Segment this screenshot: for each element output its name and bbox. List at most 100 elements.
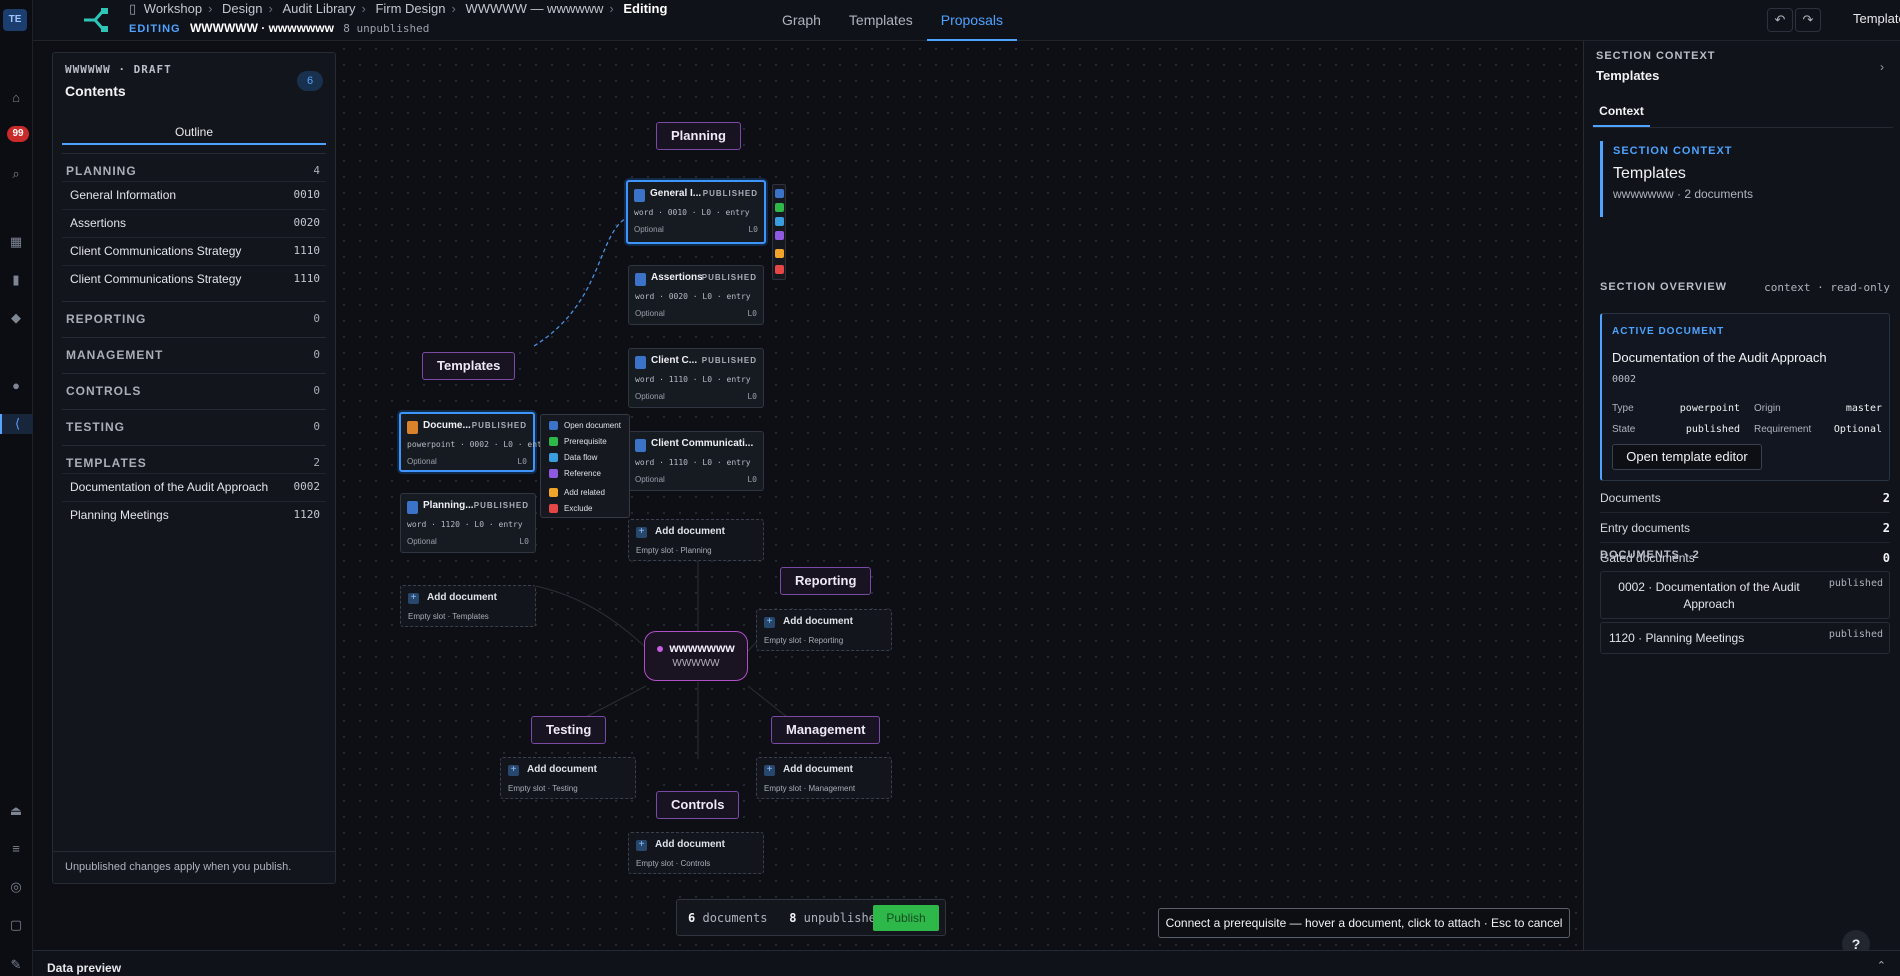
menu-open-document[interactable]: Open document bbox=[549, 418, 621, 434]
tab-context[interactable]: Context bbox=[1593, 97, 1650, 127]
chevron-up-icon[interactable]: ⌃ bbox=[1877, 959, 1886, 972]
publish-summary: 6 documents 8 unpublished bbox=[688, 911, 884, 925]
document-row[interactable]: 0002 · Documentation of the Audit Approa… bbox=[1600, 571, 1890, 619]
publish-button[interactable]: Publish bbox=[873, 905, 939, 931]
group-controls[interactable]: Controls bbox=[656, 791, 740, 819]
kv-type: Type powerpoint bbox=[1612, 403, 1740, 414]
draft-edge bbox=[533, 215, 631, 347]
outline-item[interactable]: Planning Meetings 1120 bbox=[62, 501, 326, 527]
breadcrumb-firm-design[interactable]: Firm Design bbox=[375, 1, 445, 16]
tab-proposals[interactable]: Proposals bbox=[926, 0, 1017, 41]
group-planning[interactable]: Planning bbox=[656, 122, 741, 150]
outline-item[interactable]: Client Communications Strategy 1110 bbox=[62, 237, 326, 263]
prerequisite-icon[interactable] bbox=[775, 203, 784, 212]
outline-section-controls[interactable]: CONTROLS 0 bbox=[62, 373, 326, 405]
doc-node-general[interactable]: General I... PUBLISHED word · 0010 · L0 … bbox=[626, 180, 766, 244]
graduation-icon[interactable]: ◆ bbox=[6, 308, 26, 328]
doc-meta: powerpoint · 0002 · L0 · entry bbox=[407, 440, 552, 449]
redo-button[interactable]: ↷ bbox=[1795, 8, 1821, 32]
collapse-chevron-icon[interactable]: › bbox=[1880, 60, 1884, 74]
tab-graph[interactable]: Graph bbox=[768, 0, 835, 41]
reference-icon bbox=[549, 469, 558, 479]
account-icon[interactable]: ◎ bbox=[6, 877, 26, 897]
templates-link[interactable]: Templates bbox=[1853, 11, 1900, 26]
active-title: Documentation of the Audit Approach bbox=[1612, 350, 1827, 365]
slot-testing[interactable]: + Add document Empty slot · Testing bbox=[500, 757, 636, 799]
menu-prerequisite[interactable]: Prerequisite bbox=[549, 434, 607, 450]
graph-icon[interactable]: ⟨ bbox=[0, 414, 33, 434]
slot-management[interactable]: + Add document Empty slot · Management bbox=[756, 757, 892, 799]
home-icon[interactable]: ⌂ bbox=[6, 88, 26, 108]
outline-section-reporting[interactable]: REPORTING 0 bbox=[62, 301, 326, 333]
root-subtitle: WWWWW bbox=[672, 658, 720, 669]
outline-section-testing[interactable]: TESTING 0 bbox=[62, 409, 326, 441]
word-icon bbox=[407, 501, 418, 514]
doc-node-client-c[interactable]: Client C... PUBLISHED word · 1110 · L0 ·… bbox=[628, 348, 764, 408]
slot-planning[interactable]: + Add document Empty slot · Planning bbox=[628, 519, 764, 561]
doc-requirement: Optional bbox=[407, 537, 437, 546]
chart-icon[interactable]: ▮ bbox=[6, 270, 26, 290]
open-document-icon[interactable] bbox=[775, 189, 784, 198]
slot-templates[interactable]: + Add document Empty slot · Templates bbox=[400, 585, 536, 627]
eject-icon[interactable]: ⏏ bbox=[6, 801, 26, 821]
context-eyebrow: SECTION CONTEXT bbox=[1613, 145, 1733, 157]
group-testing[interactable]: Testing bbox=[531, 716, 607, 744]
menu-reference[interactable]: Reference bbox=[549, 466, 601, 482]
breadcrumb-workshop[interactable]: Workshop bbox=[144, 1, 202, 16]
outline-item[interactable]: Assertions 0020 bbox=[62, 209, 326, 235]
slot-reporting[interactable]: + Add document Empty slot · Reporting bbox=[756, 609, 892, 651]
breadcrumb-model[interactable]: WWWWW — wwwwww bbox=[465, 1, 603, 16]
doc-node-client-communications[interactable]: Client Communicati... word · 1110 · L0 ·… bbox=[628, 431, 764, 491]
publish-bar: 6 documents 8 unpublished Publish bbox=[676, 899, 946, 936]
tab-outline[interactable]: Outline bbox=[62, 119, 326, 145]
prerequisite-icon bbox=[549, 437, 558, 447]
root-title: wwwwwww bbox=[669, 641, 735, 655]
active-eyebrow: ACTIVE DOCUMENT bbox=[1612, 326, 1725, 337]
search-icon[interactable]: ⌕ bbox=[6, 164, 26, 184]
overview-header: SECTION OVERVIEW context · read-only bbox=[1600, 281, 1890, 294]
sliders-icon[interactable]: ≡ bbox=[6, 839, 26, 859]
menu-add-related[interactable]: Add related bbox=[549, 485, 605, 501]
breadcrumb-current: Editing bbox=[623, 1, 668, 16]
tab-templates[interactable]: Templates bbox=[835, 0, 927, 41]
outline-item[interactable]: Documentation of the Audit Approach 0002 bbox=[62, 473, 326, 499]
data-preview-bar[interactable]: Data preview ⌃ bbox=[33, 950, 1900, 976]
slot-controls[interactable]: + Add document Empty slot · Controls bbox=[628, 832, 764, 874]
group-templates[interactable]: Templates bbox=[422, 352, 516, 380]
avatar[interactable]: TE bbox=[3, 9, 27, 31]
root-dot-icon bbox=[657, 645, 664, 652]
doc-level: L0 bbox=[519, 537, 529, 546]
add-document-label: Add document bbox=[427, 592, 497, 603]
left-rail: TE ⌂ 99 ⌕ ▦ ▮ ◆ ● ⟨ ⏏ ≡ ◎ ▢ ✎ bbox=[0, 0, 33, 976]
outline-item[interactable]: Client Communications Strategy 1110 bbox=[62, 265, 326, 291]
undo-button[interactable]: ↶ bbox=[1767, 8, 1793, 32]
panel-title: Templates bbox=[1596, 68, 1660, 83]
menu-exclude[interactable]: Exclude bbox=[549, 501, 592, 517]
group-reporting[interactable]: Reporting bbox=[780, 567, 872, 595]
menu-data-flow[interactable]: Data flow bbox=[549, 450, 597, 466]
outline-item[interactable]: General Information 0010 bbox=[62, 181, 326, 207]
root-node[interactable]: wwwwwww WWWWW bbox=[644, 631, 748, 681]
reference-icon[interactable] bbox=[775, 231, 784, 240]
add-related-icon[interactable] bbox=[775, 249, 784, 258]
users-icon[interactable]: ● bbox=[6, 376, 26, 396]
exclude-icon[interactable] bbox=[775, 265, 784, 274]
outline-section-management[interactable]: MANAGEMENT 0 bbox=[62, 337, 326, 369]
document-row[interactable]: 1120 · Planning Meetings published bbox=[1600, 622, 1890, 654]
breadcrumb-design[interactable]: Design bbox=[222, 1, 262, 16]
doc-node-documentation[interactable]: Docume... PUBLISHED powerpoint · 0002 · … bbox=[399, 412, 552, 472]
notification-badge[interactable]: 99 bbox=[7, 126, 29, 142]
doc-status: PUBLISHED bbox=[701, 273, 757, 282]
doc-node-planning-meetings[interactable]: Planning... PUBLISHED word · 1120 · L0 ·… bbox=[400, 493, 536, 553]
pen-icon[interactable]: ✎ bbox=[6, 955, 26, 975]
tab-divider bbox=[1593, 127, 1893, 128]
doc-node-assertions[interactable]: Assertions PUBLISHED word · 0020 · L0 · … bbox=[628, 265, 764, 325]
group-management[interactable]: Management bbox=[771, 716, 881, 744]
doc-level: L0 bbox=[747, 309, 757, 318]
data-flow-icon[interactable] bbox=[775, 217, 784, 226]
breadcrumb-audit-library[interactable]: Audit Library bbox=[282, 1, 355, 16]
open-template-editor-button[interactable]: Open template editor bbox=[1612, 444, 1762, 470]
building-icon[interactable]: ▦ bbox=[6, 232, 26, 252]
doc-meta: word · 1120 · L0 · entry bbox=[407, 520, 523, 529]
trash-icon[interactable]: ▢ bbox=[6, 915, 26, 935]
